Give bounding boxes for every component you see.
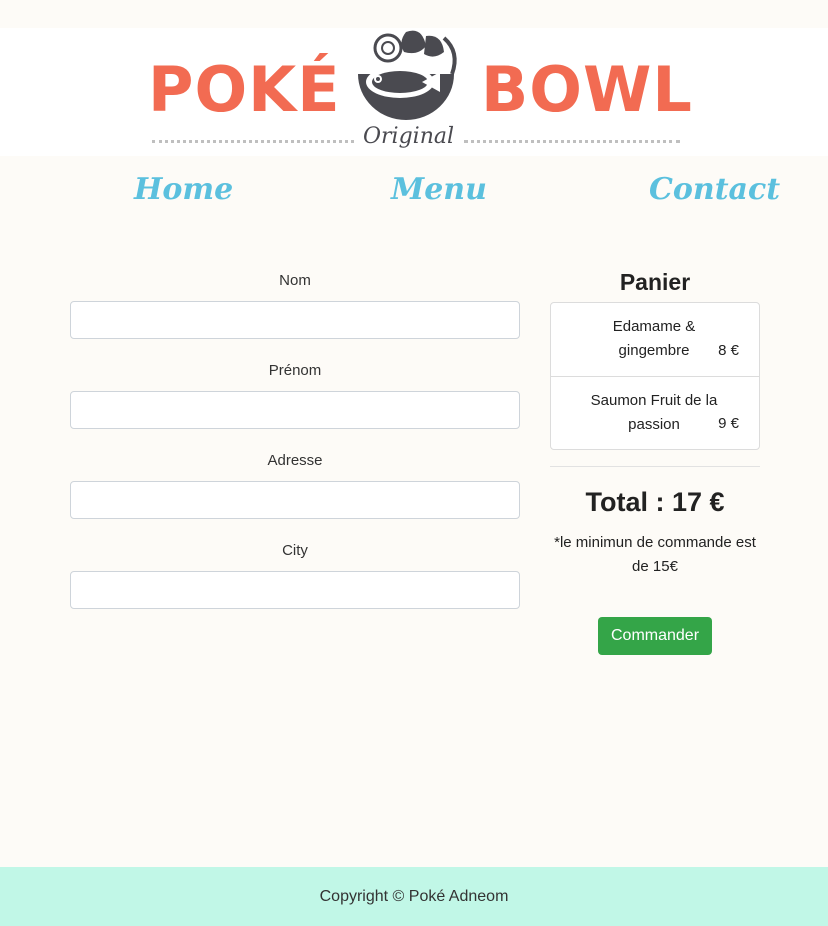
cart-title: Panier: [619, 269, 691, 295]
commander-button[interactable]: Commander: [598, 617, 712, 655]
city-field-group: City: [70, 540, 520, 609]
main-nav: Home Menu Contact: [0, 172, 828, 222]
cart-item-price: 9 €: [718, 415, 739, 432]
site-footer: Copyright © Poké Adneom: [0, 867, 828, 926]
prenom-field-group: Prénom: [70, 360, 520, 429]
fish-bowl-icon: [358, 30, 457, 120]
cart-item: Edamame & gingembre 8 €: [551, 303, 759, 376]
nav-menu-link[interactable]: Menu: [391, 172, 487, 207]
copyright-text: Copyright © Poké Adneom: [319, 888, 509, 905]
nom-field-group: Nom: [70, 270, 520, 339]
cart-item-price: 8 €: [718, 342, 739, 359]
logo-divider-left: [152, 140, 354, 144]
city-label: City: [282, 542, 308, 559]
cart-panel: Panier Edamame & gingembre 8 € Saumon Fr…: [550, 266, 760, 655]
cart-list: Edamame & gingembre 8 € Saumon Fruit de …: [550, 302, 760, 450]
order-form: Nom Prénom Adresse City: [70, 270, 520, 630]
cart-item-name: Saumon Fruit de la passion: [590, 392, 718, 433]
nav-contact-link[interactable]: Contact: [649, 172, 780, 207]
site-header: POKÉ BOWL Original: [0, 28, 828, 156]
logo[interactable]: POKÉ BOWL Original: [148, 28, 692, 156]
adresse-label: Adresse: [267, 452, 323, 469]
cart-total: Total : 17 €: [585, 487, 725, 517]
minimum-order-note: *le minimun de commande est de 15€: [554, 534, 756, 575]
cart-item: Saumon Fruit de la passion 9 €: [551, 376, 759, 449]
prenom-label: Prénom: [268, 362, 322, 379]
nav-home-link[interactable]: Home: [134, 172, 233, 207]
nom-label: Nom: [279, 272, 311, 289]
adresse-field-group: Adresse: [70, 450, 520, 519]
logo-divider-right: [464, 140, 680, 144]
adresse-input[interactable]: [70, 481, 520, 519]
cart-item-name: Edamame & gingembre: [612, 318, 696, 359]
logo-word-left: POKÉ: [148, 53, 341, 126]
city-input[interactable]: [70, 571, 520, 609]
prenom-input[interactable]: [70, 391, 520, 429]
cart-divider: [550, 466, 760, 467]
logo-subtitle: Original: [363, 124, 455, 149]
nom-input[interactable]: [70, 301, 520, 339]
logo-word-right: BOWL: [481, 53, 693, 126]
